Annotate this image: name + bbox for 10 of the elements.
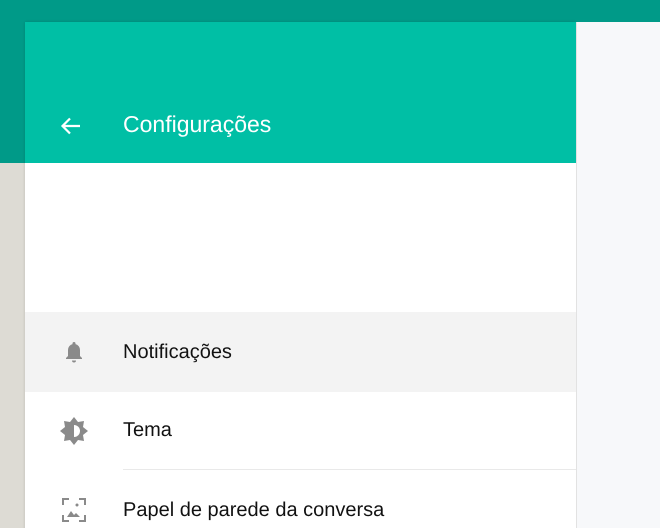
settings-item[interactable]: Tema [25,392,576,470]
settings-item[interactable]: Papel de parede da conversa [25,470,576,528]
header-title: Configurações [123,110,272,138]
wallpaper-icon [62,498,86,522]
settings-item-label: Notificações [123,340,232,364]
settings-item-label: Tema [123,419,172,442]
settings-item[interactable]: Notificações [25,312,576,392]
bell-icon [63,340,85,364]
brightness-icon [59,416,89,446]
settings-item-label: Papel de parede da conversa [123,498,384,522]
